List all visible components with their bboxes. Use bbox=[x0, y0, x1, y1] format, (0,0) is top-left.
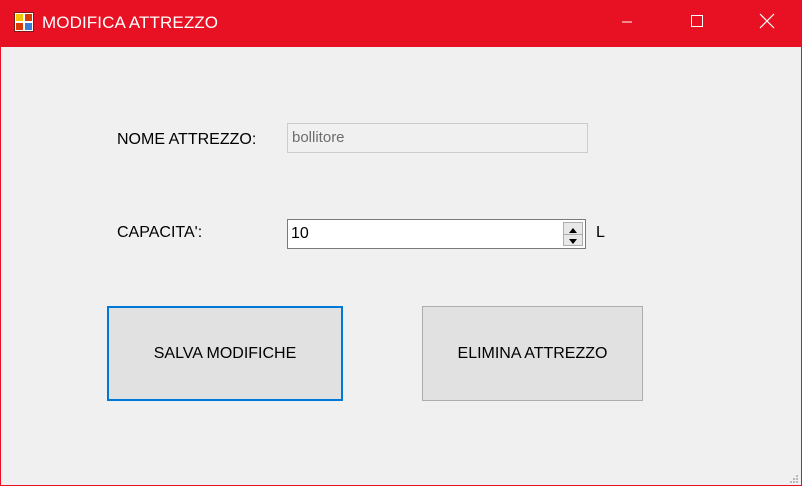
decrement-button[interactable] bbox=[564, 234, 582, 245]
maximize-icon bbox=[690, 14, 704, 33]
capacita-label: CAPACITA': bbox=[117, 224, 203, 241]
arrow-down-icon bbox=[569, 231, 577, 249]
capacita-stepper[interactable]: 10 bbox=[287, 219, 586, 249]
elimina-attrezzo-button[interactable]: ELIMINA ATTREZZO bbox=[422, 306, 643, 401]
minimize-icon bbox=[621, 15, 633, 33]
app-icon bbox=[14, 12, 34, 32]
close-icon bbox=[759, 13, 775, 34]
nome-attrezzo-field: bollitore bbox=[287, 123, 588, 153]
capacita-value[interactable]: 10 bbox=[291, 225, 309, 243]
salva-modifiche-button[interactable]: SALVA MODIFICHE bbox=[107, 306, 343, 401]
app-window: MODIFICA ATTREZZO NOME ATTREZZO: bollito… bbox=[0, 0, 802, 486]
close-button[interactable] bbox=[732, 0, 802, 47]
window-title: MODIFICA ATTREZZO bbox=[42, 13, 219, 32]
stepper-buttons bbox=[563, 222, 583, 246]
nome-attrezzo-label: NOME ATTREZZO: bbox=[117, 131, 257, 148]
maximize-button[interactable] bbox=[662, 0, 732, 47]
unit-label: L bbox=[596, 224, 605, 241]
minimize-button[interactable] bbox=[592, 0, 662, 47]
title-bar[interactable]: MODIFICA ATTREZZO bbox=[0, 0, 802, 47]
resize-grip-icon[interactable] bbox=[787, 471, 799, 483]
